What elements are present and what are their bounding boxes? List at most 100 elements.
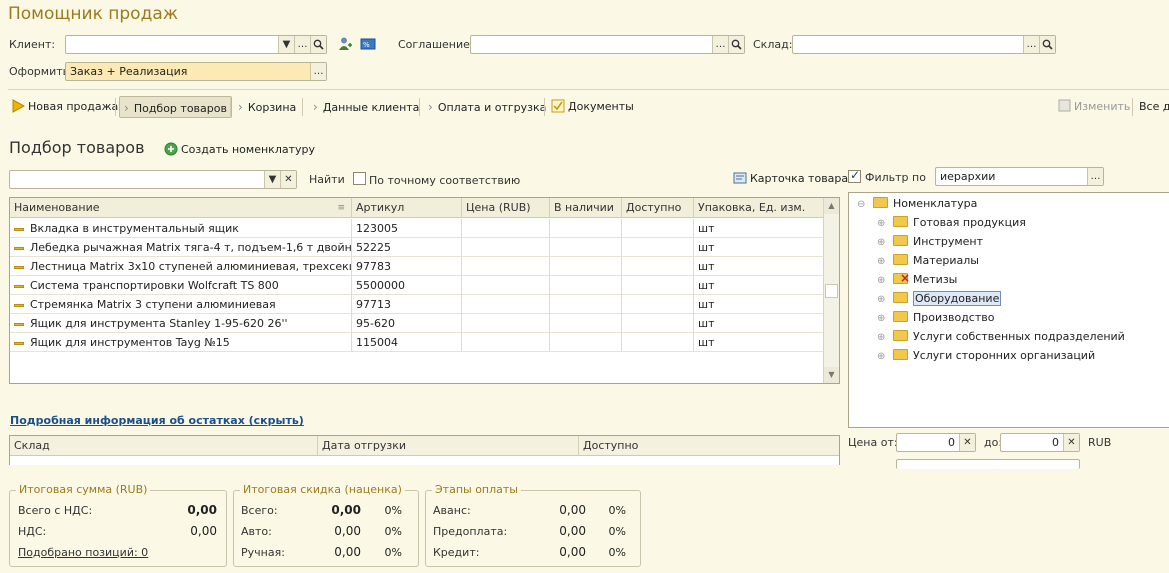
issue-field[interactable]: Заказ + Реализация … — [65, 62, 327, 81]
nav-documents-label: Документы — [568, 100, 634, 113]
cell-text: шт — [698, 222, 715, 235]
column-header-unit[interactable]: Упаковка, Ед. изм. — [694, 198, 823, 218]
payment-title: Этапы оплаты — [432, 483, 521, 496]
all-actions-button[interactable]: Все д — [1139, 96, 1169, 118]
find-button[interactable]: Найти — [309, 173, 345, 186]
nav-separator — [230, 98, 231, 116]
nav-goods-selection[interactable]: › Подбор товаров — [119, 96, 232, 118]
cell-stock — [550, 333, 622, 352]
edit-icon — [1058, 99, 1071, 112]
change-button[interactable]: Изменить — [1058, 96, 1130, 118]
chevron-right-icon: › — [313, 100, 318, 114]
column-header-warehouse[interactable]: Склад — [10, 436, 318, 456]
warehouse-select-button[interactable]: … — [1023, 36, 1039, 53]
agreement-select-button[interactable]: … — [712, 36, 728, 53]
create-nomenclature-button[interactable]: Создать номенклатуру — [164, 142, 315, 156]
nav-payment-shipment-label: Оплата и отгрузка — [437, 101, 547, 114]
filter-checkbox[interactable] — [848, 168, 861, 183]
column-header-price[interactable]: Цена (RUB) — [462, 198, 550, 218]
table-row[interactable]: Ящик для инструментов Tayg №15 115004 шт — [10, 333, 823, 352]
expand-icon[interactable]: ⊕ — [877, 233, 887, 252]
tree-item[interactable]: ⊕ Услуги собственных подразделений — [877, 327, 1125, 346]
client-select-button[interactable]: … — [294, 36, 310, 53]
expand-icon[interactable]: ⊕ — [877, 290, 887, 309]
column-header-name[interactable]: Наименование ≡ — [10, 198, 352, 218]
stock-table: Склад Дата отгрузки Доступно — [9, 435, 840, 465]
nav-cart[interactable]: › Корзина — [238, 96, 296, 118]
goods-table-scrollbar[interactable]: ▲ ▼ — [823, 198, 839, 383]
filter-field[interactable]: иерархии … — [935, 167, 1104, 186]
cell-name: Вкладка в инструментальный ящик — [10, 219, 352, 238]
add-client-icon[interactable] — [337, 36, 353, 52]
expand-icon[interactable]: ⊕ — [877, 214, 887, 233]
item-icon — [14, 265, 24, 269]
expand-icon[interactable]: ⊕ — [877, 328, 887, 347]
client-search-button[interactable] — [310, 36, 326, 53]
tree-item[interactable]: ⊕ Метизы — [877, 269, 957, 290]
cell-name: Система транспортировки Wolfcraft TS 800 — [10, 276, 352, 295]
price-to-clear-button[interactable]: ✕ — [1063, 434, 1079, 451]
item-icon — [14, 246, 24, 250]
positions-link[interactable]: Подобрано позиций: 0 — [18, 546, 148, 559]
exact-match-checkbox[interactable] — [353, 172, 366, 185]
tree-item[interactable]: ⊕ Инструмент — [877, 232, 983, 251]
table-row[interactable]: Ящик для инструмента Stanley 1-95-620 26… — [10, 314, 823, 333]
partial-field[interactable] — [896, 459, 1080, 469]
cell-text: 52225 — [356, 241, 391, 254]
price-from-field[interactable]: 0 ✕ — [896, 433, 976, 452]
expand-icon[interactable]: ⊕ — [877, 347, 887, 366]
cell-available — [622, 276, 694, 295]
stock-info-link[interactable]: Подробная информация об остатках (скрыть… — [10, 414, 304, 427]
tree-item[interactable]: ⊕ Оборудование — [877, 289, 1002, 309]
scroll-thumb[interactable] — [825, 284, 838, 298]
expand-icon[interactable]: ⊕ — [877, 271, 887, 290]
expand-icon[interactable]: ⊕ — [877, 309, 887, 328]
client-dropdown-button[interactable]: ▼ — [278, 36, 294, 53]
nav-client-data[interactable]: › Данные клиента — [313, 96, 419, 118]
nav-documents[interactable]: Документы — [551, 96, 634, 118]
issue-select-button[interactable]: … — [310, 63, 326, 80]
tree-item[interactable]: ⊕ Услуги сторонних организаций — [877, 346, 1095, 365]
cell-unit: шт — [694, 219, 823, 238]
tree-item[interactable]: ⊕ Материалы — [877, 251, 979, 270]
expand-icon[interactable]: ⊕ — [877, 252, 887, 271]
column-header-ship-date[interactable]: Дата отгрузки — [318, 436, 579, 456]
tree-item[interactable]: ⊕ Производство — [877, 308, 994, 327]
table-row[interactable]: Лебедка рычажная Matrix тяга-4 т, подъем… — [10, 238, 823, 257]
cell-text: Ящик для инструмента Stanley 1-95-620 26… — [30, 317, 288, 330]
agreement-search-button[interactable] — [728, 36, 744, 53]
scroll-down-icon[interactable]: ▼ — [824, 367, 839, 383]
cell-price — [462, 314, 550, 333]
product-card-button[interactable]: Карточка товара — [733, 172, 848, 185]
warehouse-label: Склад: — [753, 38, 793, 51]
tree-root[interactable]: ⊖ Номенклатура — [857, 194, 977, 213]
table-row[interactable]: Система транспортировки Wolfcraft TS 800… — [10, 276, 823, 295]
agreement-field[interactable]: … — [470, 35, 745, 54]
warehouse-search-button[interactable] — [1039, 36, 1055, 53]
tree-item[interactable]: ⊕ Готовая продукция — [877, 213, 1026, 232]
cell-price — [462, 238, 550, 257]
column-header-stock-available[interactable]: Доступно — [579, 436, 839, 456]
search-input[interactable]: ▼ ✕ — [9, 170, 297, 189]
column-header-stock[interactable]: В наличии — [550, 198, 622, 218]
price-to-field[interactable]: 0 ✕ — [1000, 433, 1080, 452]
nav-new-sale[interactable]: Новая продажа — [11, 96, 118, 118]
filter-select-button[interactable]: … — [1087, 168, 1103, 185]
table-row[interactable]: Вкладка в инструментальный ящик 123005 шт — [10, 219, 823, 238]
table-row[interactable]: Лестница Matrix 3х10 ступеней алюминиева… — [10, 257, 823, 276]
cell-text: 97713 — [356, 298, 391, 311]
search-dropdown-button[interactable]: ▼ — [264, 171, 280, 188]
table-row[interactable]: Стремянка Matrix 3 ступени алюминиевая 97… — [10, 295, 823, 314]
warehouse-field[interactable]: … — [792, 35, 1056, 54]
cell-unit: шт — [694, 314, 823, 333]
search-clear-button[interactable]: ✕ — [280, 171, 296, 188]
collapse-icon[interactable]: ⊖ — [857, 195, 867, 214]
column-header-available[interactable]: Доступно — [622, 198, 694, 218]
scroll-up-icon[interactable]: ▲ — [824, 198, 839, 214]
client-info-icon[interactable]: % — [360, 36, 376, 52]
price-from-clear-button[interactable]: ✕ — [959, 434, 975, 451]
prepay-pct: 0% — [608, 525, 626, 538]
client-field[interactable]: ▼ … — [65, 35, 327, 54]
nav-payment-shipment[interactable]: › Оплата и отгрузка — [428, 96, 546, 118]
column-header-article[interactable]: Артикул — [352, 198, 462, 218]
